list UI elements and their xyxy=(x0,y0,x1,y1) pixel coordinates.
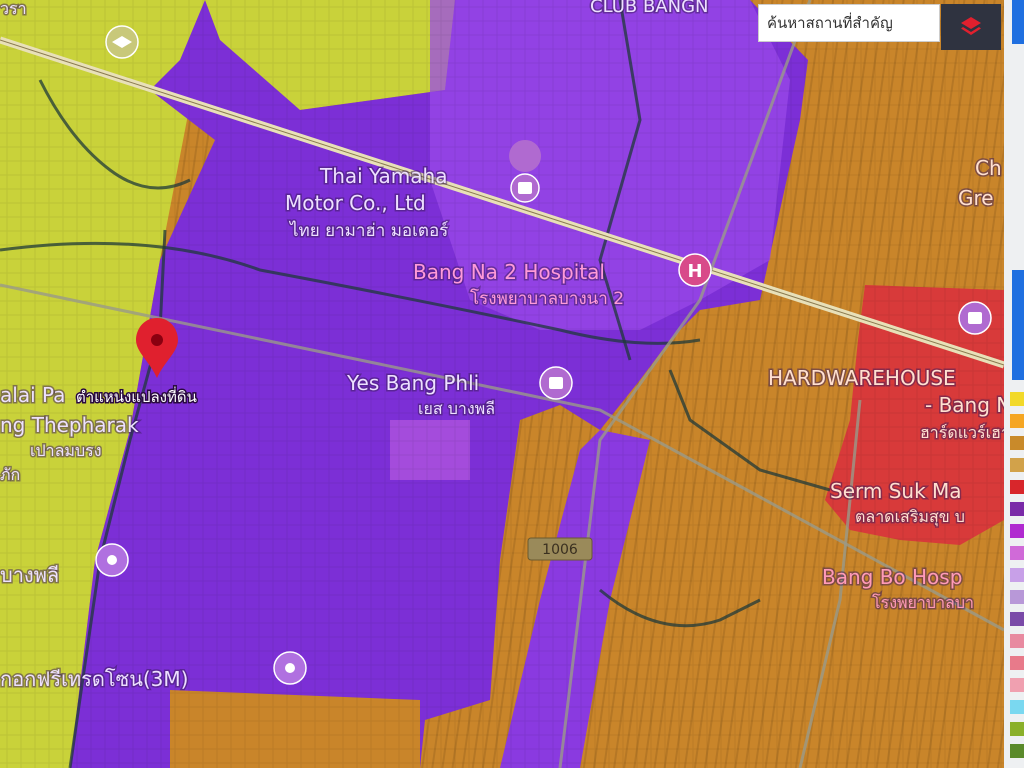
rail-accent-mid xyxy=(1012,270,1024,380)
legend-swatch xyxy=(1010,524,1024,538)
legend-swatch xyxy=(1010,436,1024,450)
legend-swatch xyxy=(1010,480,1024,494)
shopping-pin-yes[interactable] xyxy=(539,366,573,400)
svg-text:1006: 1006 xyxy=(542,542,578,558)
layers-icon xyxy=(961,17,981,35)
place-label: ตลาดเสริมสุข บ xyxy=(855,507,965,527)
legend-swatch xyxy=(1010,414,1024,428)
land-plot-pin-label: ตำแหน่งแปลงที่ดิน xyxy=(76,386,197,406)
rail-accent-top xyxy=(1012,0,1024,44)
place-label: ฮาร์ดแวร์เฮา xyxy=(920,423,1010,442)
place-label: Gre xyxy=(958,186,994,210)
legend-swatch xyxy=(1010,546,1024,560)
place-label: Ch xyxy=(975,156,1002,180)
place-label: วรา xyxy=(0,0,27,18)
legend-swatch xyxy=(1010,634,1024,648)
legend-swatch xyxy=(1010,722,1024,736)
place-label: เยส บางพลี xyxy=(418,399,495,418)
legend-swatch xyxy=(1010,502,1024,516)
place-label: Serm Suk Ma xyxy=(830,479,962,503)
legend-swatch xyxy=(1010,700,1024,714)
road-shield-1006: 1006 xyxy=(527,537,593,561)
legend-swatch xyxy=(1010,656,1024,670)
place-label: HARDWAREHOUSE xyxy=(768,366,956,390)
school-pin[interactable] xyxy=(105,25,139,59)
legend-swatch xyxy=(1010,590,1024,604)
layers-button[interactable] xyxy=(941,4,1001,50)
place-label: กอกฟรีเทรดโซน(3M) xyxy=(0,667,188,691)
svg-text:H: H xyxy=(687,261,702,282)
legend-swatch xyxy=(1010,568,1024,582)
place-pin-left[interactable] xyxy=(95,543,129,577)
place-label: - Bang N xyxy=(925,393,1011,417)
legend-rail xyxy=(1004,0,1024,768)
place-label: CLUB BANGN xyxy=(590,0,709,17)
legend-swatch xyxy=(1010,678,1024,692)
place-label: โรงพยาบาลบา xyxy=(872,593,974,612)
legend-swatch xyxy=(1010,392,1024,406)
place-label: Yes Bang Phli xyxy=(346,371,479,395)
place-label: Bang Na 2 Hospital xyxy=(413,260,605,284)
place-label: ng Thepharak xyxy=(0,413,139,437)
place-label: โรงพยาบาลบางนา 2 xyxy=(470,288,624,309)
zoning-map[interactable]: 1006 H Thai Yamaha Motor Co., Ltd ไทย ยา… xyxy=(0,0,1024,768)
place-label: บางพลี xyxy=(0,563,59,587)
legend-swatch xyxy=(1010,458,1024,472)
legend-swatch xyxy=(1010,744,1024,758)
place-label: เปาลมบรง xyxy=(30,441,102,460)
landmark-search-input[interactable]: ค้นหาสถานที่สำคัญ xyxy=(758,4,940,42)
place-label: Bang Bo Hosp xyxy=(822,565,962,589)
place-label: Motor Co., Ltd xyxy=(285,191,426,215)
place-label: alai Pa xyxy=(0,383,65,407)
hospital-pin[interactable]: H xyxy=(678,253,712,287)
place-label: Thai Yamaha xyxy=(319,164,447,188)
legend-swatch xyxy=(1010,612,1024,626)
shopping-pin-hardware[interactable] xyxy=(958,301,992,335)
place-label: ไทย ยามาฮ่า มอเตอร์ xyxy=(288,220,448,241)
place-pin-freezone[interactable] xyxy=(273,651,307,685)
place-label: ภัก xyxy=(0,465,20,484)
